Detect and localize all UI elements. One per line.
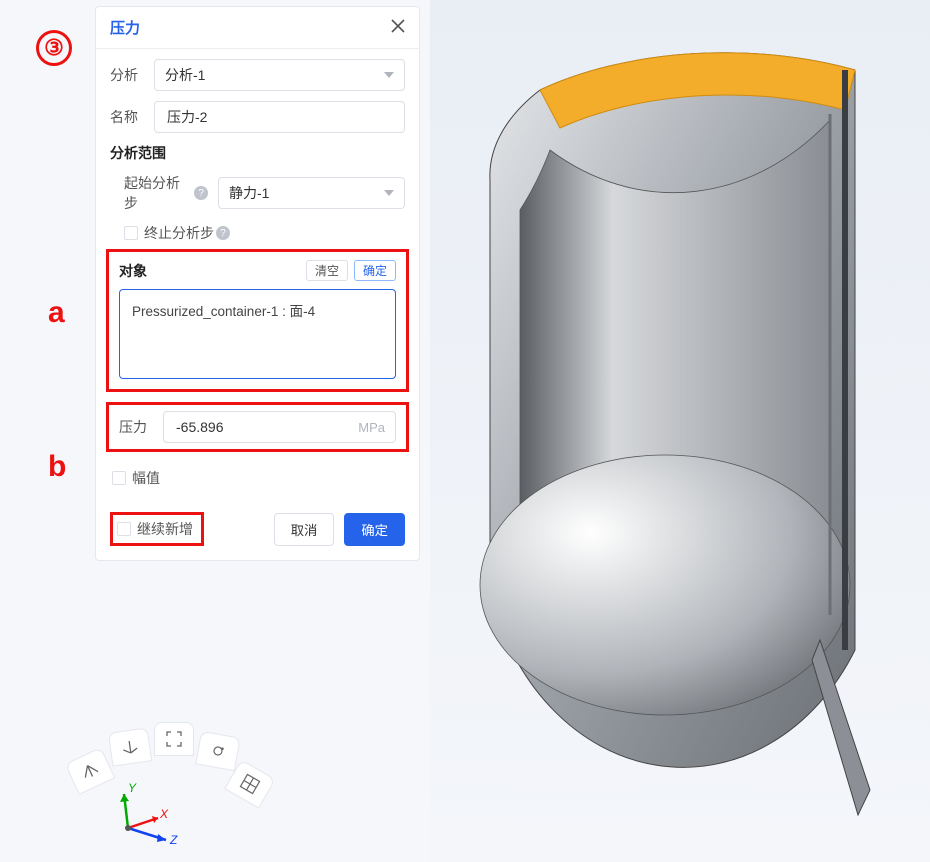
end-step-label: 终止分析步 [144,223,214,243]
start-step-select[interactable]: 静力-1 [218,177,405,209]
object-list[interactable]: Pressurized_container-1 : 面-4 [119,289,396,379]
svg-text:X: X [159,807,169,821]
clear-button[interactable]: 清空 [306,260,348,281]
annotation-b: b [48,450,66,484]
end-step-checkbox[interactable] [124,226,138,240]
chevron-down-icon [384,72,394,78]
panel-header: 压力 [96,7,419,49]
ok-button[interactable]: 确定 [344,513,405,546]
start-step-label: 起始分析步 ? [124,173,208,213]
pressure-panel: 压力 分析 分析-1 名称 分析范围 起始分析步 ? [95,6,420,561]
continue-add-checkbox[interactable] [117,522,131,536]
analysis-select[interactable]: 分析-1 [154,59,405,91]
nav-rotate-icon[interactable] [195,731,240,771]
range-title: 分析范围 [110,143,405,163]
name-input[interactable] [154,101,405,133]
start-step-value: 静力-1 [229,183,269,203]
close-icon[interactable] [391,17,405,38]
end-step-row[interactable]: 终止分析步 ? [124,223,405,243]
amplitude-row[interactable]: 幅值 [110,460,405,490]
svg-text:Y: Y [128,781,137,795]
amplitude-checkbox[interactable] [112,471,126,485]
model-render [450,10,920,850]
viewport-3d[interactable] [430,0,930,862]
chevron-down-icon [384,190,394,196]
annotation-a: a [48,296,65,330]
pressure-section: 压力 MPa [106,402,409,452]
pressure-input[interactable]: MPa [163,411,396,443]
continue-add-label: 继续新增 [137,519,193,539]
pressure-label: 压力 [119,417,153,437]
pressure-unit: MPa [358,420,385,435]
amplitude-label: 幅值 [132,468,160,488]
name-label: 名称 [110,107,144,127]
analysis-label: 分析 [110,65,144,85]
analysis-select-value: 分析-1 [165,65,205,85]
object-title: 对象 [119,261,147,281]
annotation-3: ③ [36,30,72,66]
panel-body: 分析 分析-1 名称 分析范围 起始分析步 ? 静力-1 [96,49,419,502]
svg-text:Z: Z [169,833,178,846]
help-icon[interactable]: ? [194,186,208,200]
object-confirm-button[interactable]: 确定 [354,260,396,281]
name-field[interactable] [165,108,394,126]
object-section: 对象 清空 确定 Pressurized_container-1 : 面-4 [106,249,409,392]
panel-title: 压力 [110,17,140,38]
nav-view-axis-icon[interactable] [108,727,152,766]
nav-sphere[interactable]: X Y Z [70,712,290,852]
pressure-field[interactable] [174,418,322,436]
axis-triad: X Y Z [100,776,190,846]
help-icon[interactable]: ? [216,226,230,240]
object-list-item[interactable]: Pressurized_container-1 : 面-4 [132,300,383,320]
continue-add-box[interactable]: 继续新增 [110,512,204,546]
panel-footer: 继续新增 取消 确定 [96,502,419,560]
cancel-button[interactable]: 取消 [274,513,335,546]
nav-fit-icon[interactable] [154,722,194,756]
